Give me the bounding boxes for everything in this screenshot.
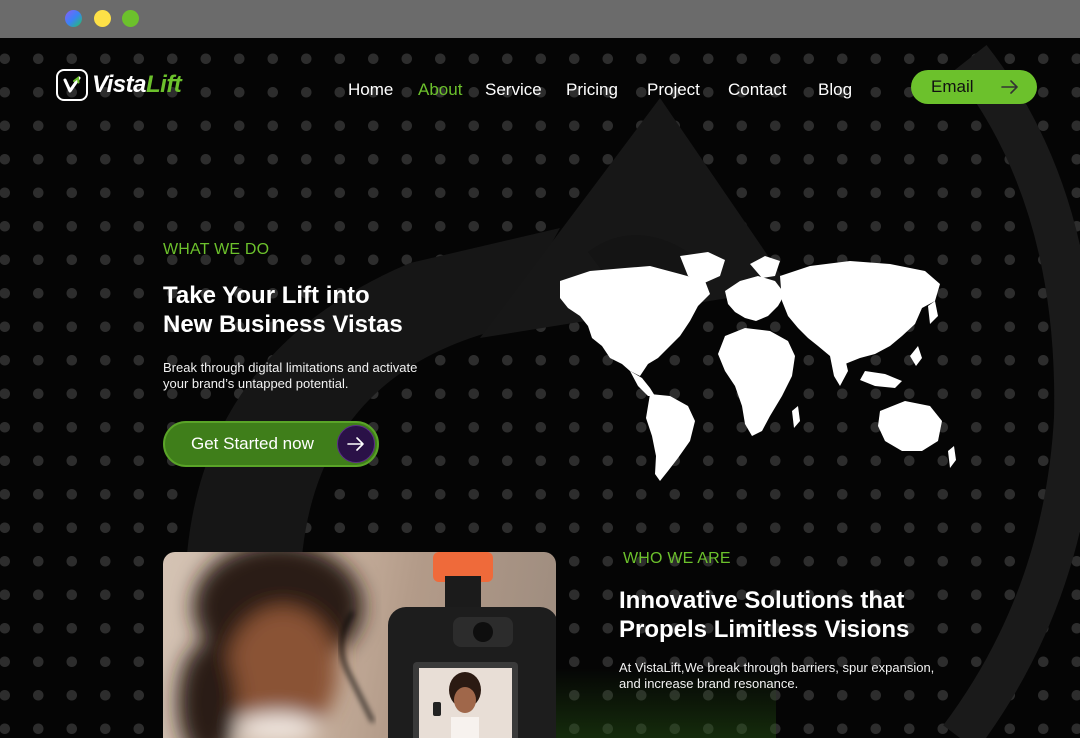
nav-item-contact[interactable]: Contact [728, 80, 787, 100]
nav-item-pricing[interactable]: Pricing [566, 80, 618, 100]
hero-title-line1: Take Your Lift into [163, 282, 370, 309]
get-started-label: Get Started now [191, 434, 314, 453]
hero-subtitle: Break through digital limitations and ac… [163, 360, 483, 392]
brand-name-part1: Vista [92, 71, 146, 98]
about-subtitle-line2: and increase brand resonance. [619, 676, 799, 691]
hero-title: Take Your Lift into New Business Vistas [163, 281, 493, 339]
nav-item-service[interactable]: Service [485, 80, 542, 100]
about-title: Innovative Solutions that Propels Limitl… [619, 586, 979, 644]
hero-subtitle-line1: Break through digital limitations and ac… [163, 360, 418, 375]
world-map-illustration [560, 252, 956, 481]
nav-item-about[interactable]: About [418, 80, 462, 100]
get-started-button[interactable]: Get Started now [163, 421, 379, 467]
about-subtitle-line1: At VistaLift,We break through barriers, … [619, 660, 935, 675]
about-eyebrow: WHO WE ARE [623, 550, 731, 567]
nav-item-blog[interactable]: Blog [818, 80, 852, 100]
about-title-line2: Propels Limitless Visions [619, 616, 910, 643]
brand-wordmark: VistaLift [92, 71, 182, 99]
email-button[interactable]: Email [911, 70, 1037, 104]
window-titlebar [0, 0, 1080, 38]
email-button-label: Email [931, 77, 974, 96]
about-subtitle: At VistaLift,We break through barriers, … [619, 660, 989, 692]
hero-subtitle-line2: your brand’s untapped potential. [163, 376, 349, 391]
brand-logo[interactable]: VistaLift [56, 69, 182, 101]
photo-illustration [178, 552, 556, 738]
nav-item-project[interactable]: Project [647, 80, 700, 100]
hero-title-line2: New Business Vistas [163, 311, 403, 338]
window-dot-icon[interactable] [65, 10, 82, 27]
logo-mark-icon [56, 69, 88, 101]
arrow-circle-icon [337, 425, 375, 463]
hero-eyebrow: WHAT WE DO [163, 241, 270, 258]
window-maximize-icon[interactable] [122, 10, 139, 27]
arrow-right-icon [347, 437, 364, 451]
window-minimize-icon[interactable] [94, 10, 111, 27]
landing-page: VistaLift Home About Service Pricing Pro… [0, 38, 1080, 738]
about-title-line1: Innovative Solutions that [619, 587, 905, 614]
arrow-right-icon [1001, 80, 1018, 94]
woman-filming-with-camera-photo [163, 552, 556, 738]
nav-item-home[interactable]: Home [348, 80, 393, 100]
brand-name-part2: Lift [145, 71, 182, 98]
